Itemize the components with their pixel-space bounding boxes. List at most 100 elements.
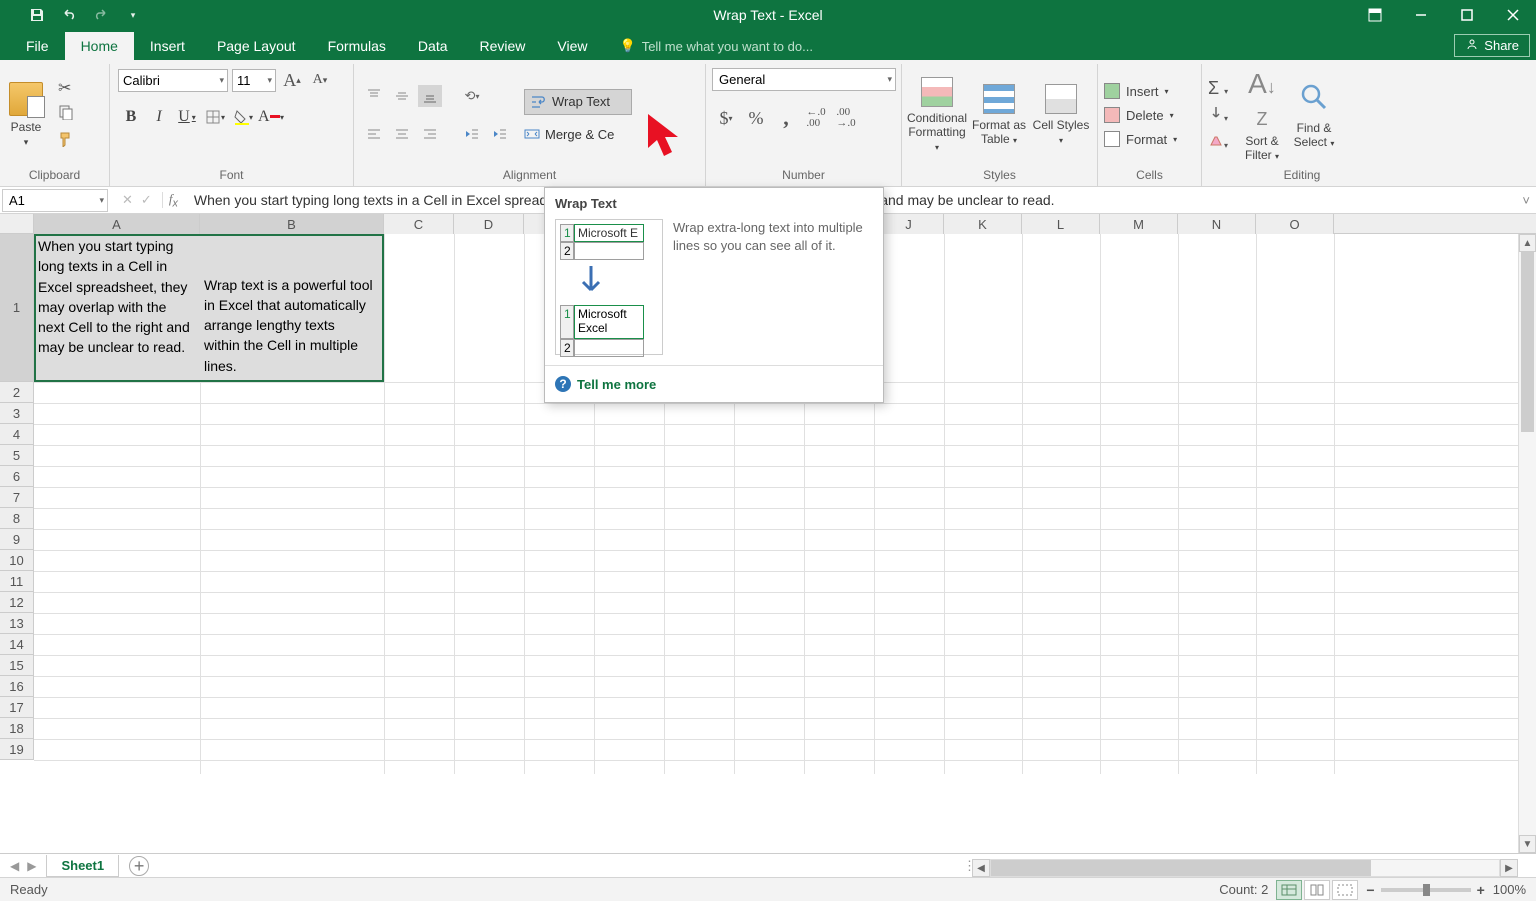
- find-select-button[interactable]: Find & Select ▾: [1288, 82, 1340, 149]
- row-header-3[interactable]: 3: [0, 403, 34, 424]
- tab-data[interactable]: Data: [402, 32, 464, 60]
- align-left-icon[interactable]: [362, 123, 386, 145]
- row-header-5[interactable]: 5: [0, 445, 34, 466]
- tell-me-search[interactable]: 💡 Tell me what you want to do...: [604, 32, 829, 60]
- maximize-button[interactable]: [1444, 0, 1490, 30]
- row-header-11[interactable]: 11: [0, 571, 34, 592]
- column-header-o[interactable]: O: [1256, 214, 1334, 234]
- new-sheet-button[interactable]: +: [129, 856, 149, 876]
- row-header-8[interactable]: 8: [0, 508, 34, 529]
- fill-button[interactable]: ▾: [1208, 105, 1236, 126]
- column-header-b[interactable]: B: [200, 214, 384, 234]
- column-header-n[interactable]: N: [1178, 214, 1256, 234]
- sheet-nav-next-icon[interactable]: ▶: [27, 859, 36, 873]
- undo-icon[interactable]: [60, 6, 78, 24]
- tab-view[interactable]: View: [541, 32, 603, 60]
- bold-button[interactable]: B: [118, 104, 144, 130]
- minimize-button[interactable]: [1398, 0, 1444, 30]
- copy-icon[interactable]: [58, 104, 74, 125]
- zoom-level[interactable]: 100%: [1493, 882, 1526, 897]
- zoom-slider[interactable]: − +: [1366, 882, 1484, 898]
- expand-formula-bar-icon[interactable]: ˅: [1516, 193, 1536, 208]
- align-bottom-icon[interactable]: [418, 85, 442, 107]
- select-all-corner[interactable]: [0, 214, 34, 233]
- underline-button[interactable]: U▾: [174, 104, 200, 130]
- borders-button[interactable]: ▾: [202, 104, 228, 130]
- row-header-18[interactable]: 18: [0, 718, 34, 739]
- cancel-formula-icon[interactable]: ✕: [122, 192, 133, 208]
- row-header-12[interactable]: 12: [0, 592, 34, 613]
- clear-button[interactable]: ▾: [1208, 132, 1236, 153]
- name-box[interactable]: A1▾: [2, 189, 108, 212]
- tab-file[interactable]: File: [10, 32, 65, 60]
- redo-icon[interactable]: [92, 6, 110, 24]
- scroll-down-icon[interactable]: ▼: [1519, 835, 1536, 853]
- enter-formula-icon[interactable]: ✓: [141, 192, 152, 208]
- font-size-selector[interactable]: 11▾: [232, 69, 276, 92]
- decrease-font-icon[interactable]: A▾: [308, 68, 332, 92]
- row-header-19[interactable]: 19: [0, 739, 34, 760]
- row-header-1[interactable]: 1: [0, 234, 34, 382]
- align-center-icon[interactable]: [390, 123, 414, 145]
- row-header-10[interactable]: 10: [0, 550, 34, 571]
- number-format-selector[interactable]: General▾: [712, 68, 896, 91]
- tab-review[interactable]: Review: [464, 32, 542, 60]
- qat-customize-icon[interactable]: ▾: [124, 6, 142, 24]
- horizontal-scroll-thumb[interactable]: [991, 860, 1371, 876]
- horizontal-scrollbar[interactable]: ◀ ▶: [972, 859, 1518, 877]
- font-name-selector[interactable]: Calibri▾: [118, 69, 228, 92]
- column-header-c[interactable]: C: [384, 214, 454, 234]
- column-header-d[interactable]: D: [454, 214, 524, 234]
- wrap-text-button[interactable]: Wrap Text: [524, 89, 632, 115]
- row-header-13[interactable]: 13: [0, 613, 34, 634]
- row-header-14[interactable]: 14: [0, 634, 34, 655]
- tab-page-layout[interactable]: Page Layout: [201, 32, 312, 60]
- tab-insert[interactable]: Insert: [134, 32, 201, 60]
- normal-view-button[interactable]: [1276, 880, 1302, 900]
- cut-icon[interactable]: ✂: [58, 78, 74, 98]
- decrease-decimal-icon[interactable]: .00→.0: [832, 105, 860, 131]
- zoom-in-button[interactable]: +: [1477, 882, 1485, 898]
- align-right-icon[interactable]: [418, 123, 442, 145]
- cell-b1[interactable]: Wrap text is a powerful tool in Excel th…: [200, 234, 378, 378]
- scroll-up-icon[interactable]: ▲: [1519, 234, 1536, 252]
- close-button[interactable]: [1490, 0, 1536, 30]
- row-header-9[interactable]: 9: [0, 529, 34, 550]
- vertical-scrollbar[interactable]: ▲ ▼: [1518, 234, 1536, 853]
- zoom-out-button[interactable]: −: [1366, 882, 1374, 898]
- increase-font-icon[interactable]: A▴: [280, 68, 304, 92]
- increase-indent-icon[interactable]: [488, 123, 512, 145]
- font-color-button[interactable]: A▾: [258, 104, 284, 130]
- zoom-track[interactable]: [1381, 888, 1471, 892]
- sheet-tab-sheet1[interactable]: Sheet1: [46, 855, 119, 877]
- zoom-thumb[interactable]: [1423, 884, 1430, 896]
- sheet-nav-prev-icon[interactable]: ◀: [10, 859, 19, 873]
- page-break-view-button[interactable]: [1332, 880, 1358, 900]
- page-layout-view-button[interactable]: [1304, 880, 1330, 900]
- paste-button[interactable]: Paste▾: [4, 82, 48, 148]
- format-cells-button[interactable]: Format▾: [1104, 131, 1177, 147]
- column-header-a[interactable]: A: [34, 214, 200, 234]
- row-header-4[interactable]: 4: [0, 424, 34, 445]
- column-header-l[interactable]: L: [1022, 214, 1100, 234]
- row-header-16[interactable]: 16: [0, 676, 34, 697]
- percent-format-icon[interactable]: %: [742, 105, 770, 131]
- row-header-7[interactable]: 7: [0, 487, 34, 508]
- align-middle-icon[interactable]: [390, 85, 414, 107]
- tooltip-tell-me-more[interactable]: ? Tell me more: [545, 366, 883, 402]
- vertical-scroll-thumb[interactable]: [1521, 252, 1534, 432]
- share-button[interactable]: Share: [1454, 34, 1530, 57]
- fill-color-button[interactable]: ▾: [230, 104, 256, 130]
- tab-home[interactable]: Home: [65, 32, 134, 60]
- sort-filter-button[interactable]: A↓Z Sort & Filter ▾: [1236, 68, 1288, 162]
- delete-cells-button[interactable]: Delete▾: [1104, 107, 1174, 123]
- row-header-6[interactable]: 6: [0, 466, 34, 487]
- increase-decimal-icon[interactable]: ←.0.00: [802, 105, 830, 131]
- row-header-17[interactable]: 17: [0, 697, 34, 718]
- italic-button[interactable]: I: [146, 104, 172, 130]
- comma-format-icon[interactable]: ,: [772, 105, 800, 131]
- row-header-2[interactable]: 2: [0, 382, 34, 403]
- decrease-indent-icon[interactable]: [460, 123, 484, 145]
- orientation-icon[interactable]: ⟲▾: [460, 85, 484, 107]
- merge-center-button[interactable]: Merge & Ce ▾: [524, 127, 664, 142]
